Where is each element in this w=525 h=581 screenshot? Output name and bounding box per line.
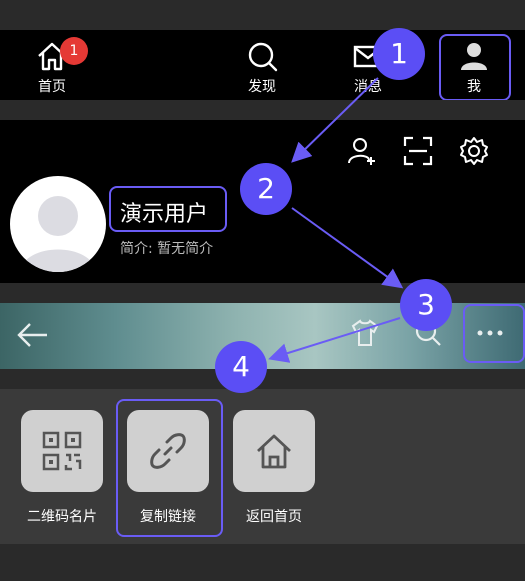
- share-item-qrcode[interactable]: 二维码名片: [21, 410, 103, 526]
- step-marker-3: 3: [400, 279, 452, 331]
- tshirt-icon[interactable]: [350, 318, 380, 348]
- tab-home-label: 首页: [38, 79, 66, 95]
- back-arrow-icon[interactable]: [16, 320, 50, 350]
- user-bio: 简介: 暂无简介: [120, 241, 214, 257]
- notification-badge: 1: [60, 37, 88, 65]
- share-item-home[interactable]: 返回首页: [233, 410, 315, 526]
- scan-icon[interactable]: [403, 136, 433, 166]
- tab-discover-label: 发现: [248, 79, 276, 95]
- step-marker-2: 2: [240, 163, 292, 215]
- highlight-username: [109, 186, 227, 232]
- search-icon: [248, 42, 278, 72]
- highlight-copy-link: [116, 399, 223, 537]
- bottom-area: [0, 544, 525, 581]
- step-marker-1: 1: [373, 28, 425, 80]
- qrcode-icon: [42, 431, 82, 471]
- avatar[interactable]: [10, 176, 106, 272]
- highlight-me-tab: [439, 34, 511, 101]
- home-icon: [257, 434, 291, 469]
- share-item-qrcode-label: 二维码名片: [27, 509, 97, 525]
- default-avatar-icon: [20, 196, 96, 272]
- step-marker-4: 4: [215, 341, 267, 393]
- share-item-home-label: 返回首页: [246, 509, 302, 525]
- highlight-more-button: [463, 304, 525, 363]
- divider: [0, 100, 525, 120]
- settings-icon[interactable]: [459, 136, 489, 166]
- add-friend-icon[interactable]: [347, 136, 377, 166]
- tab-discover[interactable]: 发现: [222, 30, 302, 100]
- status-area: [0, 0, 525, 30]
